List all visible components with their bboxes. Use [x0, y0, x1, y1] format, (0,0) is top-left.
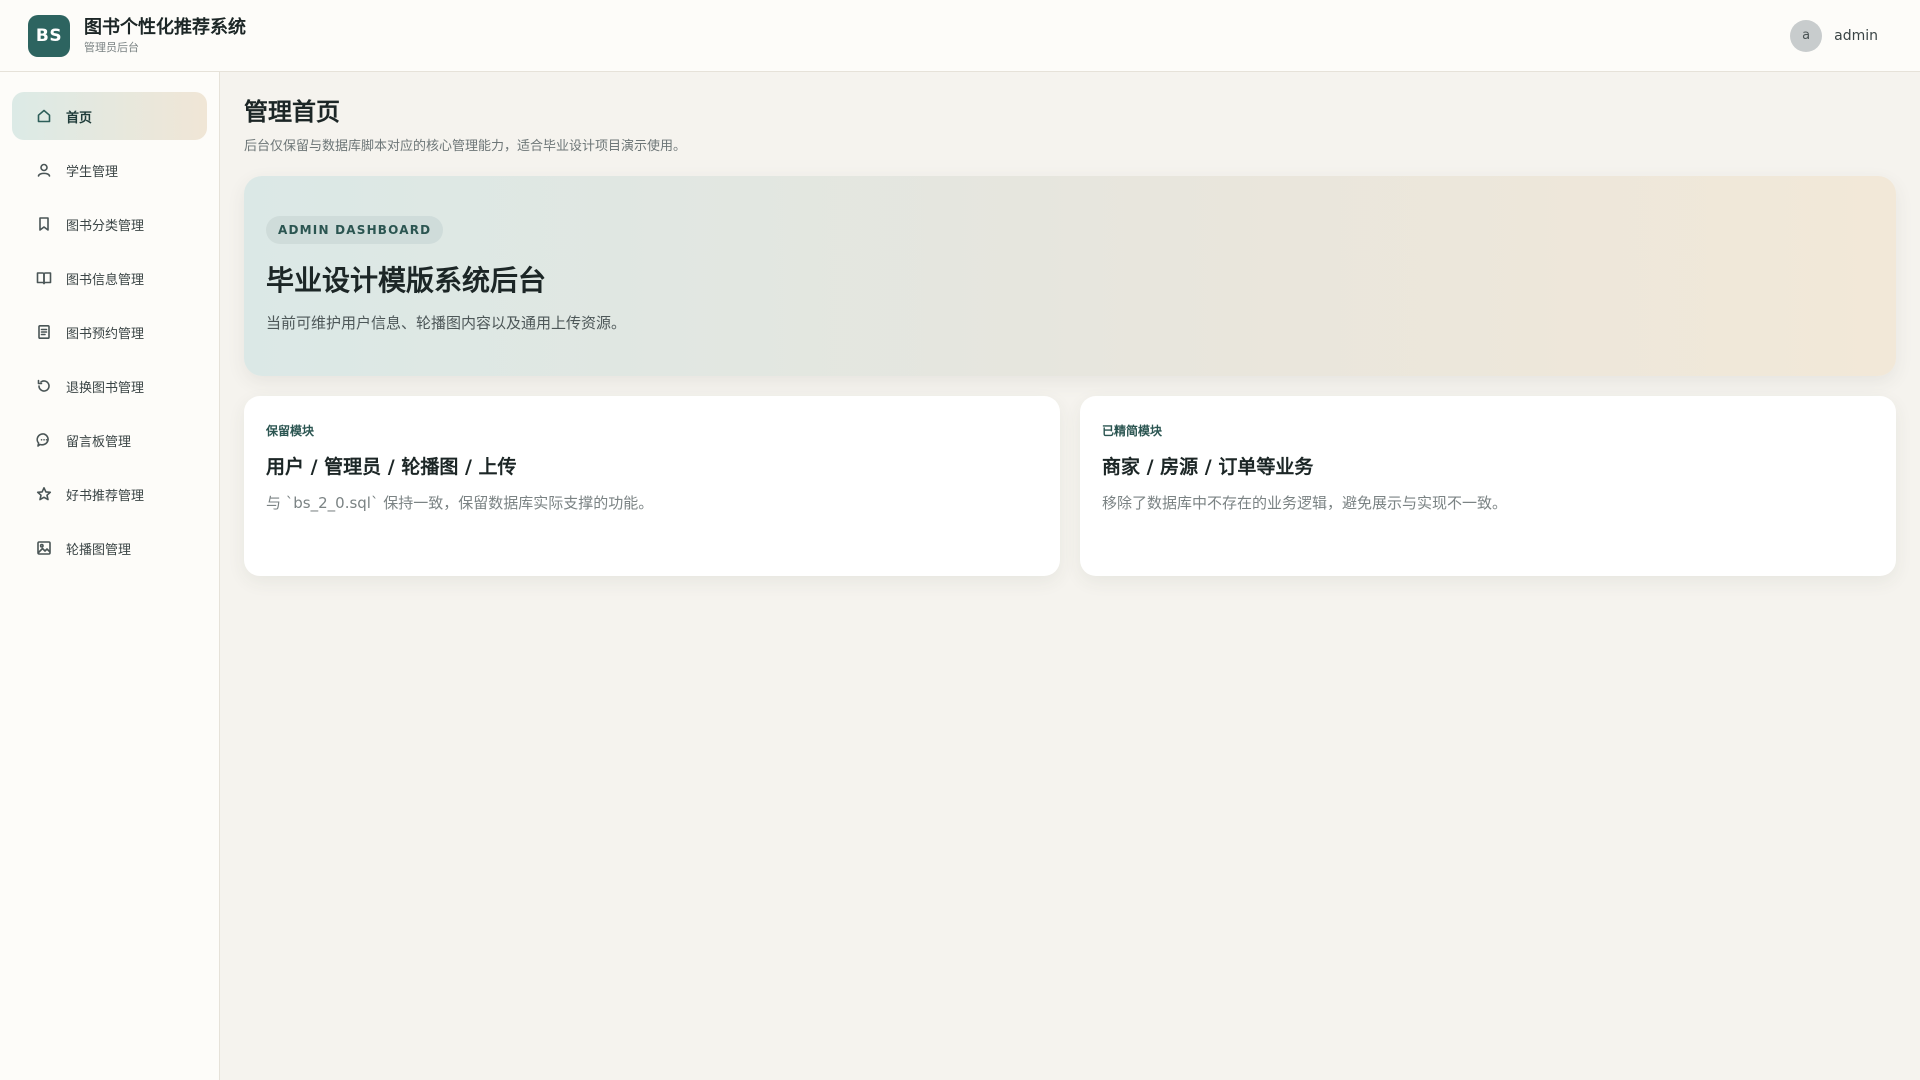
document-icon: [36, 324, 52, 340]
app-title: 图书个性化推荐系统: [84, 16, 246, 38]
message-icon: [36, 432, 52, 448]
page-description: 后台仅保留与数据库脚本对应的核心管理能力，适合毕业设计项目演示使用。: [244, 139, 687, 154]
card-title: 商家 / 房源 / 订单等业务: [1102, 456, 1314, 478]
brand-text: 图书个性化推荐系统 管理员后台: [84, 16, 246, 56]
page-title: 管理首页: [244, 98, 340, 126]
home-icon: [36, 108, 52, 124]
user-name[interactable]: admin: [1834, 28, 1878, 44]
hero-badge: ADMIN DASHBOARD: [266, 216, 444, 244]
sidebar-item-book-info[interactable]: 图书信息管理: [12, 254, 207, 302]
sidebar-item-book-recommendations[interactable]: 好书推荐管理: [12, 470, 207, 518]
sidebar-item-label: 首页: [66, 110, 93, 126]
hero-title: 毕业设计模版系统后台: [266, 264, 547, 297]
top-header: BS 图书个性化推荐系统 管理员后台 a admin: [0, 0, 1920, 72]
image-icon: [36, 540, 52, 556]
user-menu[interactable]: a admin: [1790, 19, 1878, 52]
card-removed-modules: 已精简模块 商家 / 房源 / 订单等业务 移除了数据库中不存在的业务逻辑，避免…: [1080, 396, 1896, 576]
card-tag: 保留模块: [266, 424, 315, 438]
sidebar-item-label: 学生管理: [66, 164, 119, 180]
card-description: 移除了数据库中不存在的业务逻辑，避免展示与实现不一致。: [1102, 494, 1508, 512]
main-content: 管理首页 后台仅保留与数据库脚本对应的核心管理能力，适合毕业设计项目演示使用。 …: [244, 72, 1896, 1080]
sidebar-item-label: 图书分类管理: [66, 218, 145, 234]
sidebar-item-label: 好书推荐管理: [66, 488, 145, 504]
sidebar-item-students[interactable]: 学生管理: [12, 146, 207, 194]
bookmark-icon: [36, 216, 52, 232]
sidebar-item-label: 退换图书管理: [66, 380, 145, 396]
logo: BS: [28, 14, 70, 57]
user-icon: [36, 162, 52, 178]
card-tag: 已精简模块: [1102, 424, 1163, 438]
sidebar-item-carousel[interactable]: 轮播图管理: [12, 524, 207, 572]
sidebar-item-label: 留言板管理: [66, 434, 132, 450]
sidebar-item-book-categories[interactable]: 图书分类管理: [12, 200, 207, 248]
card-title: 用户 / 管理员 / 轮播图 / 上传: [266, 456, 517, 478]
card-retained-modules: 保留模块 用户 / 管理员 / 轮播图 / 上传 与 `bs_2_0.sql` …: [244, 396, 1060, 576]
sidebar: 首页 学生管理 图书分类管理 图书信息管理 图书预约管理 退换图书管理 留言板管…: [0, 72, 220, 1080]
book-open-icon: [36, 270, 52, 286]
module-cards: 保留模块 用户 / 管理员 / 轮播图 / 上传 与 `bs_2_0.sql` …: [244, 396, 1896, 576]
app-subtitle: 管理员后台: [84, 40, 139, 54]
sidebar-item-label: 图书预约管理: [66, 326, 145, 342]
sidebar-item-label: 轮播图管理: [66, 542, 132, 558]
sidebar-item-message-board[interactable]: 留言板管理: [12, 416, 207, 464]
refresh-icon: [36, 378, 52, 394]
sidebar-item-book-reservations[interactable]: 图书预约管理: [12, 308, 207, 356]
brand[interactable]: BS 图书个性化推荐系统 管理员后台: [28, 14, 246, 57]
sidebar-item-book-returns[interactable]: 退换图书管理: [12, 362, 207, 410]
hero-description: 当前可维护用户信息、轮播图内容以及通用上传资源。: [266, 314, 627, 332]
hero-banner: ADMIN DASHBOARD 毕业设计模版系统后台 当前可维护用户信息、轮播图…: [244, 176, 1896, 376]
card-description: 与 `bs_2_0.sql` 保持一致，保留数据库实际支撑的功能。: [266, 494, 654, 512]
sidebar-item-home[interactable]: 首页: [12, 92, 207, 140]
star-icon: [36, 486, 52, 502]
avatar[interactable]: a: [1790, 19, 1823, 52]
sidebar-item-label: 图书信息管理: [66, 272, 145, 288]
